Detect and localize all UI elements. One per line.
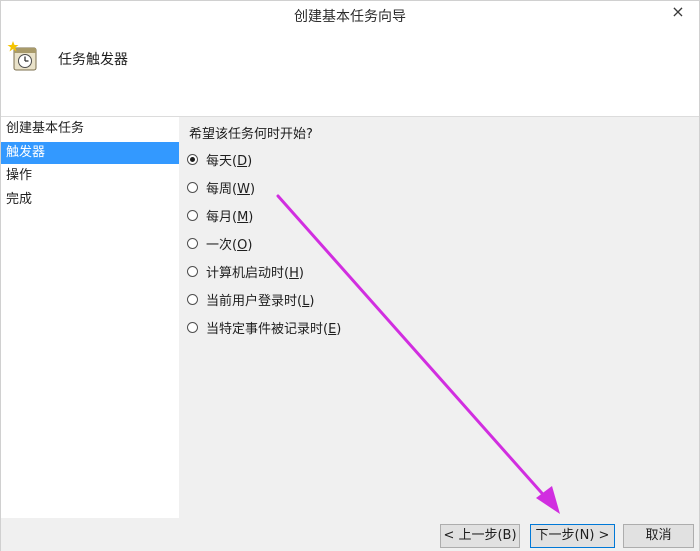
page-title: 任务触发器	[58, 52, 128, 68]
title-bar: 创建基本任务向导 ×	[1, 1, 699, 33]
radio-button[interactable]	[187, 181, 198, 193]
radio-weekly[interactable]: 每周(W)	[187, 178, 256, 197]
radio-at-startup[interactable]: 计算机启动时(H)	[187, 262, 304, 281]
next-button[interactable]: 下一步(N) >	[530, 524, 615, 548]
radio-label: 一次(O)	[206, 237, 253, 253]
wizard-steps-sidebar: 创建基本任务 触发器 操作 完成	[1, 117, 179, 551]
radio-label: 当特定事件被记录时(E)	[206, 321, 342, 337]
radio-at-logon[interactable]: 当前用户登录时(L)	[187, 290, 315, 309]
radio-daily[interactable]: 每天(D)	[187, 150, 253, 169]
sidebar-item-finish[interactable]: 完成	[1, 189, 179, 211]
radio-once[interactable]: 一次(O)	[187, 234, 253, 253]
sidebar-item-create-basic-task[interactable]: 创建基本任务	[1, 118, 179, 140]
wizard-window: 创建基本任务向导 × 任务触发器 创建基本任务 触发器 操作 完成 希望该任务何…	[0, 0, 700, 551]
sidebar-item-trigger[interactable]: 触发器	[1, 142, 179, 164]
wizard-header: 任务触发器	[1, 33, 699, 117]
radio-label: 每月(M)	[206, 209, 254, 225]
radio-label: 每周(W)	[206, 181, 256, 197]
radio-button[interactable]	[187, 153, 198, 165]
window-title: 创建基本任务向导	[294, 9, 406, 25]
radio-label: 计算机启动时(H)	[206, 265, 304, 281]
back-button[interactable]: < 上一步(B)	[440, 524, 520, 548]
radio-on-event[interactable]: 当特定事件被记录时(E)	[187, 318, 342, 337]
radio-button[interactable]	[187, 237, 198, 249]
trigger-panel: 希望该任务何时开始? 每天(D) 每周(W) 每月(M) 一次(O) 计算机启动…	[179, 117, 699, 518]
sidebar-item-action[interactable]: 操作	[1, 165, 179, 187]
radio-label: 每天(D)	[206, 153, 253, 169]
radio-button[interactable]	[187, 265, 198, 277]
radio-label: 当前用户登录时(L)	[206, 293, 315, 309]
cancel-button[interactable]: 取消	[623, 524, 694, 548]
task-scheduler-clock-icon	[7, 40, 41, 74]
radio-button[interactable]	[187, 293, 198, 305]
radio-button[interactable]	[187, 321, 198, 333]
close-button[interactable]: ×	[663, 1, 693, 23]
trigger-question: 希望该任务何时开始?	[189, 127, 313, 142]
radio-button[interactable]	[187, 209, 198, 221]
wizard-footer: < 上一步(B) 下一步(N) > 取消	[1, 518, 699, 551]
radio-monthly[interactable]: 每月(M)	[187, 206, 254, 225]
